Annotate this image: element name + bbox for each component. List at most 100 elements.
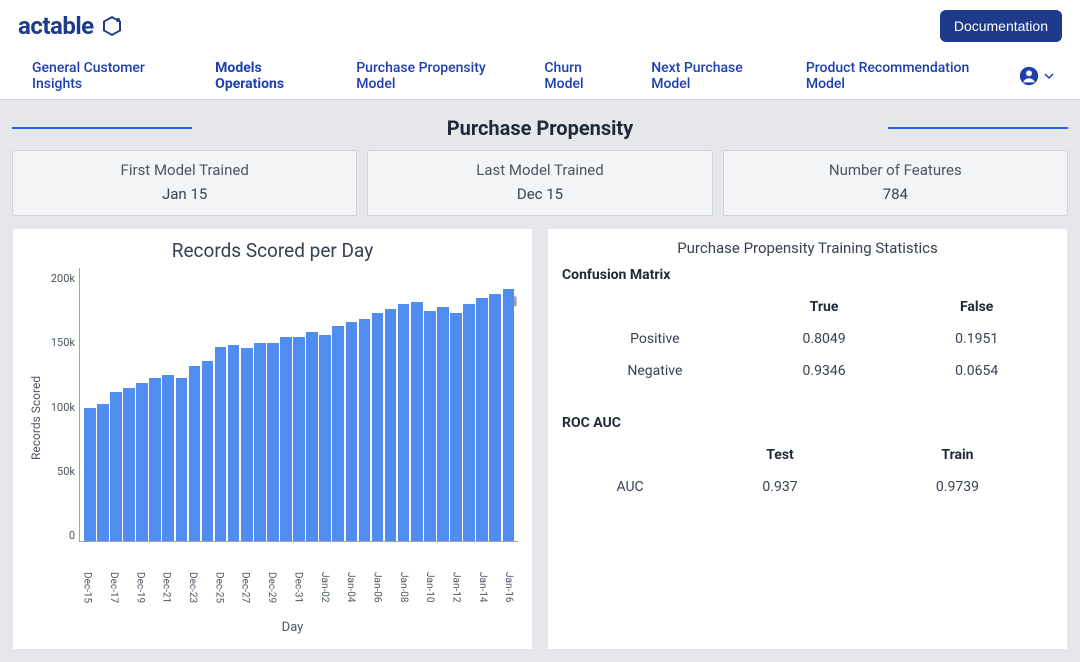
- x-tick: [94, 572, 106, 616]
- stat-card: First Model Trained Jan 15: [12, 150, 357, 216]
- stat-label: Number of Features: [732, 161, 1059, 179]
- x-tick: [279, 572, 291, 616]
- bar[interactable]: [293, 337, 305, 541]
- brand-text: actable: [18, 12, 94, 40]
- y-tick: 50k: [45, 465, 75, 478]
- x-tick: [200, 572, 212, 616]
- table-header: Train: [862, 439, 1053, 471]
- nav-item-product-recommendation-model[interactable]: Product Recommendation Model: [788, 52, 1006, 100]
- x-tick: Dec-21: [160, 572, 172, 616]
- stat-value: Dec 15: [376, 185, 703, 203]
- x-tick: Jan-06: [371, 572, 383, 616]
- cell: 0.8049: [748, 323, 901, 355]
- bar[interactable]: [385, 309, 397, 541]
- nav-item-general-customer-insights[interactable]: General Customer Insights: [14, 52, 197, 100]
- bar[interactable]: [202, 361, 214, 541]
- main-nav: General Customer InsightsModels Operatio…: [0, 52, 1080, 100]
- bar[interactable]: [228, 345, 240, 541]
- x-tick: Dec-27: [239, 572, 251, 616]
- stat-card: Number of Features784: [723, 150, 1068, 216]
- x-tick: Jan-14: [476, 572, 488, 616]
- bar[interactable]: [463, 304, 475, 541]
- x-tick: Dec-25: [213, 572, 225, 616]
- stat-value: Jan 15: [21, 185, 348, 203]
- bar[interactable]: [149, 378, 161, 541]
- stat-label: First Model Trained: [21, 161, 348, 179]
- x-tick: [173, 572, 185, 616]
- chart-panel: Records Scored per Day Records Scored 20…: [12, 228, 533, 650]
- bar[interactable]: [84, 408, 96, 541]
- bar[interactable]: [398, 304, 410, 541]
- bar[interactable]: [306, 332, 318, 541]
- section-header: Purchase Propensity: [12, 116, 1068, 140]
- x-tick: Jan-10: [423, 572, 435, 616]
- x-tick: [121, 572, 133, 616]
- row-label: Negative: [562, 355, 748, 387]
- bar[interactable]: [162, 375, 174, 541]
- bar[interactable]: [319, 335, 331, 541]
- nav-item-purchase-propensity-model[interactable]: Purchase Propensity Model: [338, 52, 526, 100]
- bar[interactable]: [332, 326, 344, 541]
- cell: 0.9739: [862, 471, 1053, 503]
- bar[interactable]: [372, 313, 384, 541]
- row-label: Positive: [562, 323, 748, 355]
- x-tick: Jan-16: [503, 572, 515, 616]
- x-tick: Jan-04: [344, 572, 356, 616]
- documentation-button[interactable]: Documentation: [940, 10, 1062, 42]
- x-tick: [252, 572, 264, 616]
- bar[interactable]: [450, 313, 462, 541]
- x-tick: [437, 572, 449, 616]
- x-tick: Dec-19: [134, 572, 146, 616]
- x-tick: Jan-02: [318, 572, 330, 616]
- stat-card: Last Model TrainedDec 15: [367, 150, 712, 216]
- y-tick: 200k: [45, 272, 75, 285]
- x-tick: Dec-31: [292, 572, 304, 616]
- x-tick: [410, 572, 422, 616]
- bar[interactable]: [110, 392, 122, 541]
- table-header: Test: [698, 439, 862, 471]
- cube-icon: [100, 14, 124, 38]
- bar[interactable]: [424, 311, 436, 541]
- cell: 0.937: [698, 471, 862, 503]
- bar[interactable]: [280, 337, 292, 541]
- cell: 0.9346: [748, 355, 901, 387]
- bar[interactable]: [215, 347, 227, 541]
- bar[interactable]: [136, 383, 148, 541]
- y-tick: 0: [45, 529, 75, 542]
- cell: 0.1951: [900, 323, 1053, 355]
- nav-item-churn-model[interactable]: Churn Model: [526, 52, 633, 100]
- brand-logo[interactable]: actable: [18, 12, 124, 40]
- x-tick: [463, 572, 475, 616]
- nav-item-models-operations[interactable]: Models Operations: [197, 52, 338, 100]
- bar[interactable]: [123, 388, 135, 541]
- table-header: True: [748, 291, 901, 323]
- x-tick: Dec-29: [265, 572, 277, 616]
- x-tick: [384, 572, 396, 616]
- table-header: [562, 291, 748, 323]
- x-tick: Dec-23: [186, 572, 198, 616]
- bar[interactable]: [241, 348, 253, 541]
- panels: Records Scored per Day Records Scored 20…: [12, 228, 1068, 650]
- stat-row: First Model Trained Jan 15 Last Model Trai…: [12, 150, 1068, 216]
- bar[interactable]: [346, 322, 358, 541]
- x-axis-label: Day: [27, 620, 518, 635]
- bar[interactable]: [503, 289, 515, 541]
- bar[interactable]: [254, 343, 266, 541]
- bar[interactable]: [489, 294, 501, 541]
- bar[interactable]: [359, 319, 371, 541]
- rule-left: [12, 127, 192, 129]
- x-tick: Dec-15: [81, 572, 93, 616]
- bar[interactable]: [411, 302, 423, 541]
- bar[interactable]: [176, 378, 188, 541]
- bar[interactable]: [437, 307, 449, 541]
- bar[interactable]: [189, 366, 201, 541]
- table-header: [562, 439, 698, 471]
- account-menu[interactable]: [1006, 65, 1066, 87]
- bar[interactable]: [97, 404, 109, 541]
- cell: 0.0654: [900, 355, 1053, 387]
- roc-auc-heading: ROC AUC: [562, 415, 1053, 431]
- nav-item-next-purchase-model[interactable]: Next Purchase Model: [633, 52, 788, 100]
- bar[interactable]: [267, 343, 279, 541]
- confusion-matrix-table: TrueFalse Positive0.80490.1951Negative0.…: [562, 291, 1053, 387]
- bar[interactable]: [476, 298, 488, 541]
